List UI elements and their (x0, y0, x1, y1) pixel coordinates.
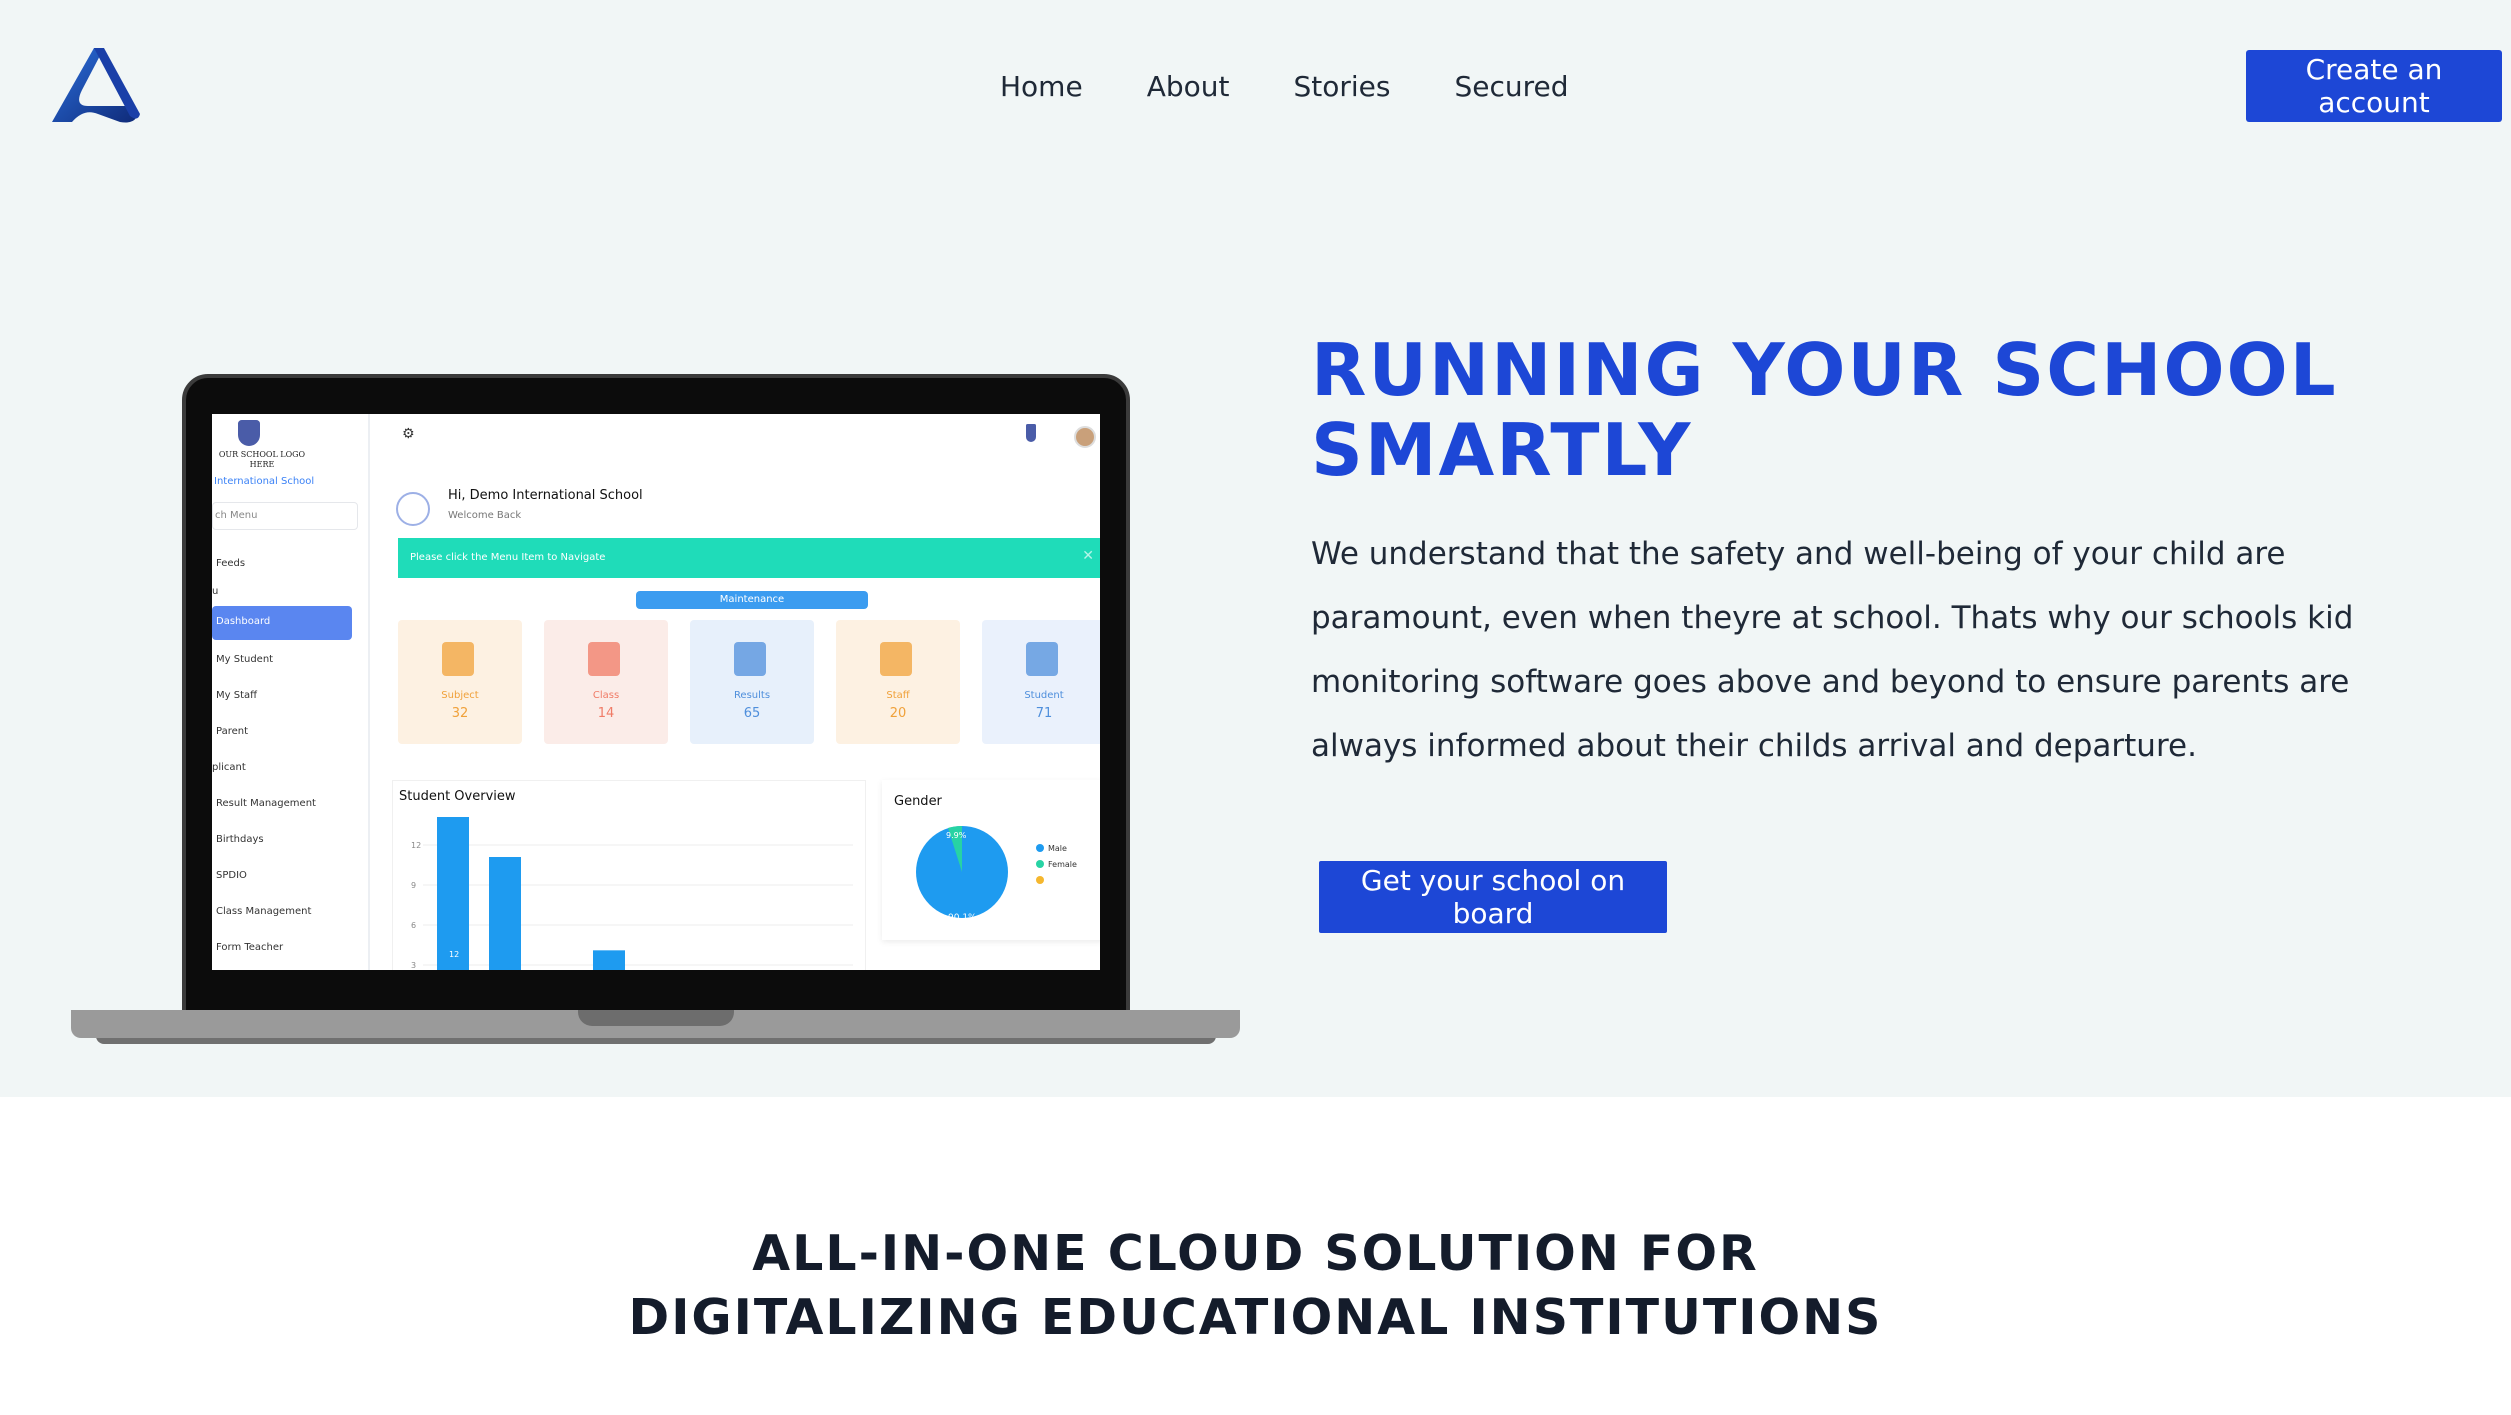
overview-tick-label: 9 (411, 881, 416, 890)
pie-label-female: 9.9% (946, 831, 967, 840)
stat-card-student: Student 71 (982, 620, 1100, 744)
stat-card-class: Class 14 (544, 620, 668, 744)
overview-bar (489, 857, 521, 970)
mockup-side-item-active: Dashboard (212, 606, 352, 640)
nav-secured[interactable]: Secured (1454, 70, 1568, 103)
nav-about[interactable]: About (1147, 70, 1230, 103)
hero-title: RUNNING YOUR SCHOOL SMARTLY (1311, 330, 2411, 490)
dashboard-screenshot: OUR SCHOOL LOGO HERE International Schoo… (212, 414, 1100, 970)
mockup-sidebar: OUR SCHOOL LOGO HERE International Schoo… (212, 414, 370, 970)
mockup-side-item: Birthdays (216, 834, 264, 845)
mockup-side-item: Class Management (216, 906, 312, 917)
section-title-line1: ALL-IN-ONE CLOUD SOLUTION FOR (752, 1225, 1759, 1282)
staff-icon (880, 642, 912, 676)
chalkboard-icon (588, 642, 620, 676)
stat-card-value: 71 (1035, 706, 1053, 721)
overview-bar (593, 950, 625, 970)
clipboard-icon (734, 642, 766, 676)
stat-card-value: 32 (451, 706, 469, 721)
section-title-line2: DIGITALIZING EDUCATIONAL INSTITUTIONS (628, 1289, 1883, 1346)
stat-card-label: Results (733, 690, 771, 701)
gender-chart: Gender 90.1% 9.9% Male Female (882, 780, 1100, 940)
mockup-side-item: My Student (216, 654, 274, 665)
hero-title-line2: SMARTLY (1311, 408, 1693, 492)
school-shield-icon (238, 420, 260, 446)
stat-card-label: Class (592, 690, 620, 701)
stat-card-value: 65 (743, 706, 761, 721)
avatar (1074, 426, 1096, 448)
stat-card-label: Subject (441, 690, 479, 701)
laptop-notch (578, 1010, 734, 1026)
school-badge-icon (1026, 424, 1036, 442)
overview-tick-label: 6 (411, 921, 416, 930)
overview-tick-label: 3 (411, 961, 416, 970)
create-account-button[interactable]: Create an account (2246, 50, 2502, 122)
get-school-onboard-button[interactable]: Get your school on board (1319, 861, 1667, 933)
mockup-maintenance-bar: Maintenance (636, 591, 868, 609)
mockup-notice-text: Please click the Menu Item to Navigate (410, 552, 606, 563)
stat-card-value: 20 (889, 706, 907, 721)
legend-dot-male (1036, 844, 1044, 852)
nav-stories[interactable]: Stories (1293, 70, 1390, 103)
legend-male: Male (1048, 844, 1067, 853)
legend-female: Female (1048, 860, 1077, 869)
stat-card-results: Results 65 (690, 620, 814, 744)
settings-gear-icon: ⚙ (402, 426, 415, 442)
stat-card-label: Staff (886, 690, 910, 701)
legend-dot-female (1036, 860, 1044, 868)
gender-pie-plot: 90.1% 9.9% Male Female (916, 825, 1077, 923)
mockup-menu-search: ch Menu (212, 502, 358, 530)
stylized-a-logo-icon[interactable] (48, 44, 144, 124)
mockup-logo-text: OUR SCHOOL LOGO HERE (218, 450, 306, 469)
mockup-side-item: plicant (212, 762, 246, 773)
overview-bar-label: 12 (449, 950, 459, 959)
mockup-greeting-sub: Welcome Back (448, 510, 522, 521)
mockup-greeting: Hi, Demo International School (448, 488, 643, 503)
book-icon (442, 642, 474, 676)
mockup-side-item: Form Teacher (216, 942, 284, 953)
hero-description: We understand that the safety and well-b… (1311, 536, 2354, 764)
mockup-school-name: International School (214, 476, 315, 487)
nav-home[interactable]: Home (1000, 70, 1083, 103)
overview-tick-label: 12 (411, 841, 421, 850)
mockup-notice-banner: Please click the Menu Item to Navigate ✕ (398, 538, 1100, 578)
student-overview-plot: 12963129 (411, 817, 853, 970)
school-avatar-icon (396, 492, 430, 526)
stat-card-subject: Subject 32 (398, 620, 522, 744)
mockup-side-item: SPDIO (216, 870, 247, 881)
mockup-side-item: Parent (216, 726, 249, 737)
mockup-side-item: My Staff (216, 690, 258, 701)
main-nav: Home About Stories Secured (1000, 70, 1569, 103)
mockup-side-item: Feeds (216, 558, 246, 569)
hero-title-line1: RUNNING YOUR SCHOOL (1311, 328, 2338, 412)
student-icon (1026, 642, 1058, 676)
stat-card-label: Student (1024, 690, 1064, 701)
overview-bar (437, 817, 469, 970)
stat-card-staff: Staff 20 (836, 620, 960, 744)
legend-dot-other (1036, 876, 1044, 884)
stat-card-value: 14 (597, 706, 615, 721)
mockup-side-item: Result Management (216, 798, 316, 809)
student-overview-chart: Student Overview 12963129 (392, 780, 866, 970)
mockup-side-item: u (212, 586, 219, 597)
section-title: ALL-IN-ONE CLOUD SOLUTION FOR DIGITALIZI… (0, 1222, 2511, 1350)
close-icon: ✕ (1082, 548, 1094, 564)
pie-label-male: 90.1% (948, 913, 977, 923)
